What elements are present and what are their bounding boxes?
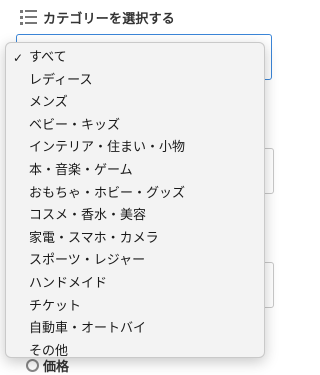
price-section-header: 価格	[26, 356, 69, 375]
category-option-label: コスメ・香水・美容	[29, 208, 147, 224]
category-option[interactable]: 家電・スマホ・カメラ	[6, 228, 264, 251]
category-option-label: 家電・スマホ・カメラ	[29, 230, 159, 246]
category-option[interactable]: その他	[6, 341, 264, 358]
category-dropdown-list[interactable]: ✓ すべてレディースメンズベビー・キッズインテリア・住まい・小物 本・音楽・ゲームお…	[5, 42, 265, 358]
category-option[interactable]: 本・音楽・ゲーム	[6, 160, 264, 183]
category-option-label: ハンドメイド	[29, 275, 108, 291]
category-option-label: 本・音楽・ゲーム	[29, 162, 133, 178]
category-option-label: スポーツ・レジャー	[29, 253, 146, 269]
category-option-label: メンズ	[29, 95, 68, 111]
category-option[interactable]: ベビー・キッズ	[6, 115, 264, 138]
category-option[interactable]: おもちゃ・ホビー・グッズ	[6, 183, 264, 206]
category-option-label: その他	[29, 343, 69, 358]
category-option[interactable]: レディース	[6, 70, 264, 93]
category-option[interactable]: ✓ すべて	[6, 47, 264, 70]
category-option[interactable]: メンズ	[6, 92, 264, 115]
category-option-label: インテリア・住まい・小物	[29, 140, 186, 156]
category-option[interactable]: チケット	[6, 296, 264, 319]
category-section-header: カテゴリーを選択する	[20, 6, 175, 28]
category-option[interactable]: ハンドメイド	[6, 273, 264, 296]
category-option-label: チケット	[29, 298, 82, 314]
section-title: カテゴリーを選択する	[43, 11, 176, 27]
category-option-label: ベビー・キッズ	[29, 117, 121, 133]
category-option[interactable]: コスメ・香水・美容	[6, 205, 264, 228]
category-option-label: 自動車・オートバイ	[29, 321, 147, 337]
price-icon	[26, 359, 39, 372]
category-option-label: すべて	[29, 50, 67, 65]
category-option-label: レディース	[29, 72, 93, 88]
list-icon	[20, 9, 38, 25]
category-option[interactable]: インテリア・住まい・小物	[6, 137, 264, 160]
checkmark-icon: ✓	[13, 51, 24, 65]
category-option[interactable]: 自動車・オートバイ	[6, 318, 264, 341]
price-section-title: 価格	[43, 360, 70, 375]
category-option-label: おもちゃ・ホビー・グッズ	[29, 185, 186, 201]
category-option[interactable]: スポーツ・レジャー	[6, 250, 264, 273]
